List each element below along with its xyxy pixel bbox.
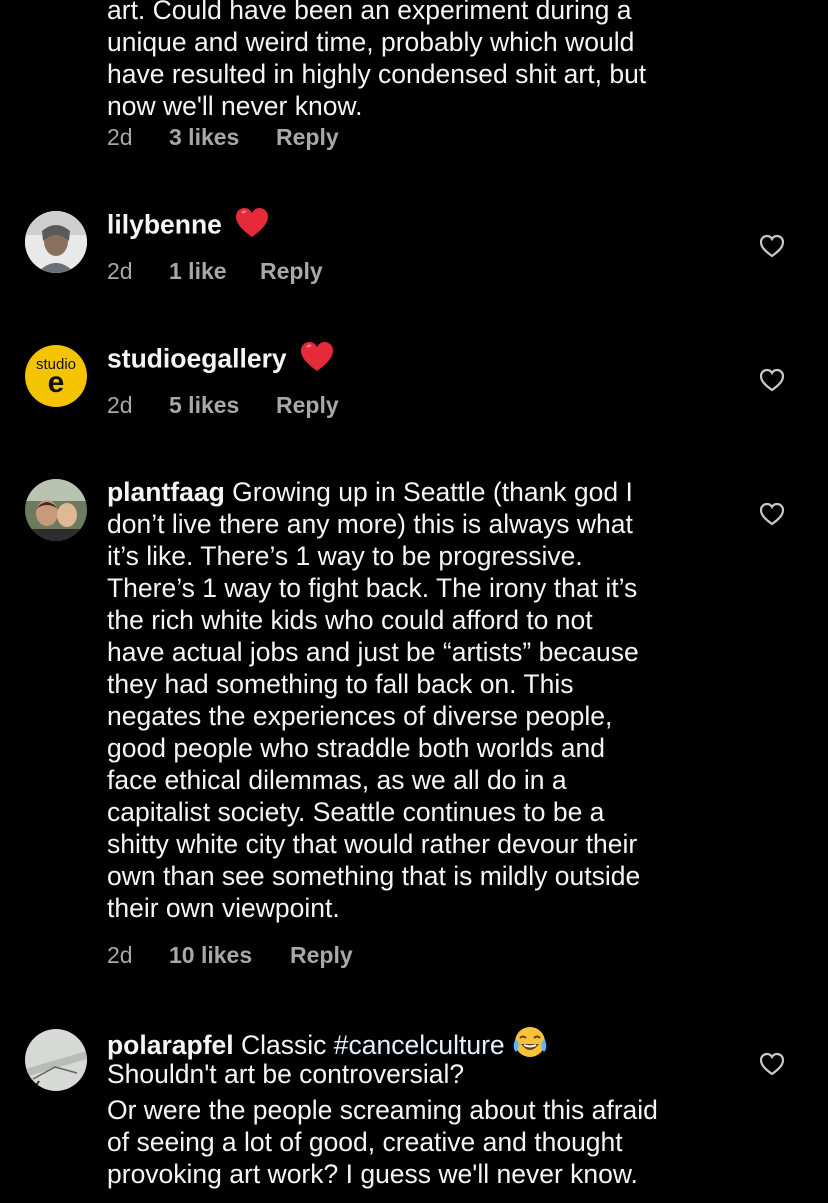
likes-count[interactable]: 5 likes: [169, 392, 239, 419]
comment-age: 2d: [107, 392, 133, 418]
comment-text: plantfaag Growing up in Seattle (thank g…: [107, 477, 641, 923]
like-heart-icon[interactable]: [758, 366, 786, 394]
comment-header: studioegallery: [107, 341, 334, 377]
red-heart-emoji-icon: [300, 341, 334, 380]
username[interactable]: studioegallery: [107, 344, 287, 374]
comment-text: polarapfel Classic #cancelculture Should…: [107, 1026, 727, 1190]
red-heart-emoji-icon: [235, 207, 269, 246]
likes-count[interactable]: 3 likes: [169, 124, 239, 151]
comment-text: art. Could have been an experiment durin…: [107, 0, 647, 121]
likes-count[interactable]: 10 likes: [169, 942, 252, 969]
tears-of-joy-emoji-icon: [512, 1026, 548, 1067]
comment-header: lilybenne: [107, 207, 269, 243]
comment-age: 2d: [107, 258, 133, 284]
like-heart-icon[interactable]: [758, 1050, 786, 1078]
like-heart-icon[interactable]: [758, 232, 786, 260]
comment-age: 2d: [107, 942, 133, 968]
hashtag-link[interactable]: #cancelculture: [334, 1030, 505, 1060]
reply-button[interactable]: Reply: [276, 124, 339, 151]
avatar[interactable]: [25, 479, 87, 541]
profile-photo-icon: [25, 1029, 87, 1091]
profile-photo-icon: [25, 211, 87, 273]
profile-photo-icon: [25, 479, 87, 541]
like-heart-icon[interactable]: [758, 500, 786, 528]
username[interactable]: plantfaag: [107, 477, 225, 507]
username[interactable]: lilybenne: [107, 210, 222, 240]
avatar[interactable]: studio e: [25, 345, 87, 407]
username[interactable]: polarapfel: [107, 1030, 234, 1060]
reply-button[interactable]: Reply: [290, 942, 353, 969]
studio-e-letter: e: [47, 366, 65, 399]
reply-button[interactable]: Reply: [276, 392, 339, 419]
likes-count[interactable]: 1 like: [169, 258, 227, 285]
comment-age: 2d: [107, 124, 133, 150]
avatar[interactable]: [25, 1029, 87, 1091]
avatar[interactable]: [25, 211, 87, 273]
reply-button[interactable]: Reply: [260, 258, 323, 285]
